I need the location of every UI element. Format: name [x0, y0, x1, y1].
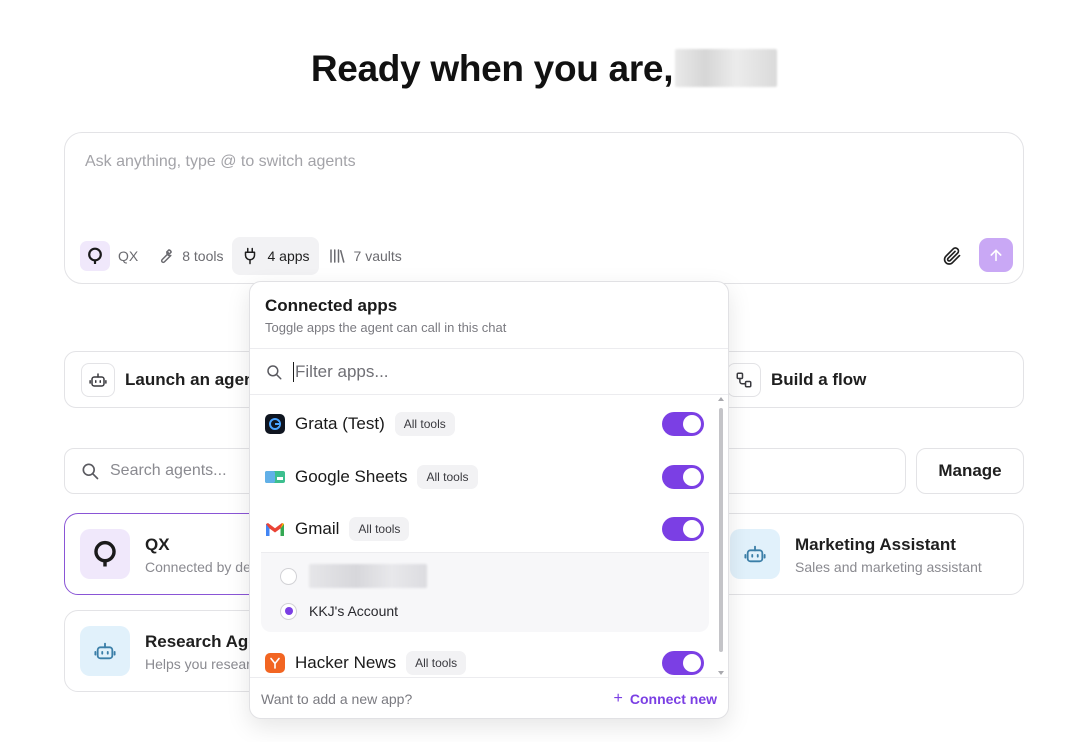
filter-apps-field — [250, 349, 728, 395]
wrench-icon — [156, 247, 174, 265]
app-row-grata: Grata (Test) All tools — [250, 398, 720, 450]
app-name: Grata (Test) — [295, 414, 385, 433]
app-row-hacker-news: Hacker News All tools — [250, 637, 720, 677]
launch-agent-label: Launch an agent — [125, 369, 261, 389]
tools-scope-badge[interactable]: All tools — [349, 517, 410, 541]
gmail-accounts-panel: KKJ's Account — [261, 552, 709, 632]
vaults-button-label: 7 vaults — [353, 248, 402, 264]
qx-logo-icon — [80, 529, 130, 579]
account-radio[interactable] — [280, 567, 297, 585]
apps-list-scrollbar[interactable] — [717, 396, 725, 676]
app-row-google-sheets: Google Sheets All tools — [250, 451, 720, 503]
filter-apps-input[interactable] — [295, 361, 675, 382]
gmail-account-option[interactable] — [280, 564, 427, 588]
text-caret — [293, 361, 294, 382]
paperclip-icon[interactable] — [941, 245, 963, 267]
add-app-hint: Want to add a new app? — [261, 691, 413, 707]
flow-icon — [727, 362, 761, 397]
tools-scope-badge[interactable]: All tools — [406, 651, 467, 675]
toggle-knob — [683, 468, 701, 486]
account-label: KKJ's Account — [309, 603, 399, 619]
agent-name: Marketing Assistant — [795, 535, 956, 554]
toggle-knob — [683, 520, 701, 538]
send-button[interactable] — [979, 238, 1013, 272]
arrow-up-icon — [990, 249, 1002, 262]
connected-apps-popover: Connected apps Toggle apps the agent can… — [249, 281, 729, 719]
app-name: Hacker News — [295, 653, 397, 672]
app-toggle[interactable] — [662, 412, 704, 436]
robot-icon — [81, 362, 115, 397]
grata-logo-icon — [265, 414, 285, 434]
scrollbar-thumb[interactable] — [719, 408, 723, 652]
search-icon — [80, 461, 100, 481]
agent-selector[interactable]: QX — [80, 237, 147, 275]
agent-description: Helps you research — [145, 656, 266, 672]
manage-button[interactable]: Manage — [916, 448, 1024, 494]
tools-button[interactable]: 8 tools — [147, 237, 232, 275]
agent-description: Sales and marketing assistant — [795, 559, 982, 575]
radio-dot — [284, 607, 293, 615]
account-radio-selected[interactable] — [280, 602, 297, 620]
popover-header: Connected apps Toggle apps the agent can… — [250, 282, 728, 349]
tools-scope-badge[interactable]: All tools — [394, 412, 455, 436]
build-flow-card[interactable]: Build a flow — [710, 351, 1024, 408]
app-toggle[interactable] — [662, 465, 704, 489]
popover-footer: Want to add a new app? + Connect new — [250, 677, 728, 718]
composer-toolbar: QX 8 tools 4 apps 7 vaults — [80, 237, 411, 275]
vaults-button[interactable]: 7 vaults — [319, 237, 411, 275]
app-name: Gmail — [295, 519, 340, 538]
apps-list: Grata (Test) All tools Google Sheets All… — [250, 395, 720, 677]
qx-logo-icon — [80, 241, 110, 271]
hacker-news-icon — [265, 653, 285, 673]
apps-button-label: 4 apps — [267, 248, 310, 264]
robot-icon — [730, 529, 780, 579]
app-row-gmail: Gmail All tools — [250, 503, 720, 555]
search-icon — [265, 363, 283, 381]
app-toggle[interactable] — [662, 651, 704, 675]
build-flow-label: Build a flow — [771, 369, 867, 389]
scroll-up-arrow-icon[interactable] — [718, 397, 724, 401]
app-toggle[interactable] — [662, 517, 704, 541]
plus-icon: + — [613, 690, 623, 707]
popover-subtitle: Toggle apps the agent can call in this c… — [265, 320, 507, 335]
tools-button-label: 8 tools — [182, 248, 224, 264]
library-icon — [328, 247, 346, 265]
redacted-user-name — [675, 49, 778, 87]
popover-title: Connected apps — [265, 296, 398, 315]
connect-new-link[interactable]: + Connect new — [614, 690, 717, 708]
composer-input[interactable]: Ask anything, type @ to switch agents — [85, 153, 356, 171]
search-agents-placeholder: Search agents... — [110, 462, 227, 479]
gmail-account-option[interactable]: KKJ's Account — [280, 601, 398, 621]
connect-new-label: Connect new — [629, 691, 717, 707]
redacted-account-email — [309, 564, 427, 588]
robot-icon — [80, 626, 130, 676]
agent-name: QX — [145, 535, 170, 554]
agent-card-marketing-assistant[interactable]: Marketing Assistant Sales and marketing … — [714, 513, 1024, 595]
app-name: Google Sheets — [295, 467, 408, 486]
toggle-knob — [683, 654, 701, 672]
chat-composer: Ask anything, type @ to switch agents QX… — [64, 132, 1024, 284]
plug-icon — [241, 247, 259, 265]
apps-button[interactable]: 4 apps — [232, 237, 319, 275]
agent-selector-label: QX — [118, 248, 139, 264]
gmail-icon — [265, 519, 285, 539]
tools-scope-badge[interactable]: All tools — [417, 465, 478, 489]
scroll-down-arrow-icon[interactable] — [718, 671, 724, 675]
toggle-knob — [683, 415, 701, 433]
google-sheets-icon — [265, 467, 285, 487]
greeting-heading: Ready when you are, — [0, 48, 1088, 90]
